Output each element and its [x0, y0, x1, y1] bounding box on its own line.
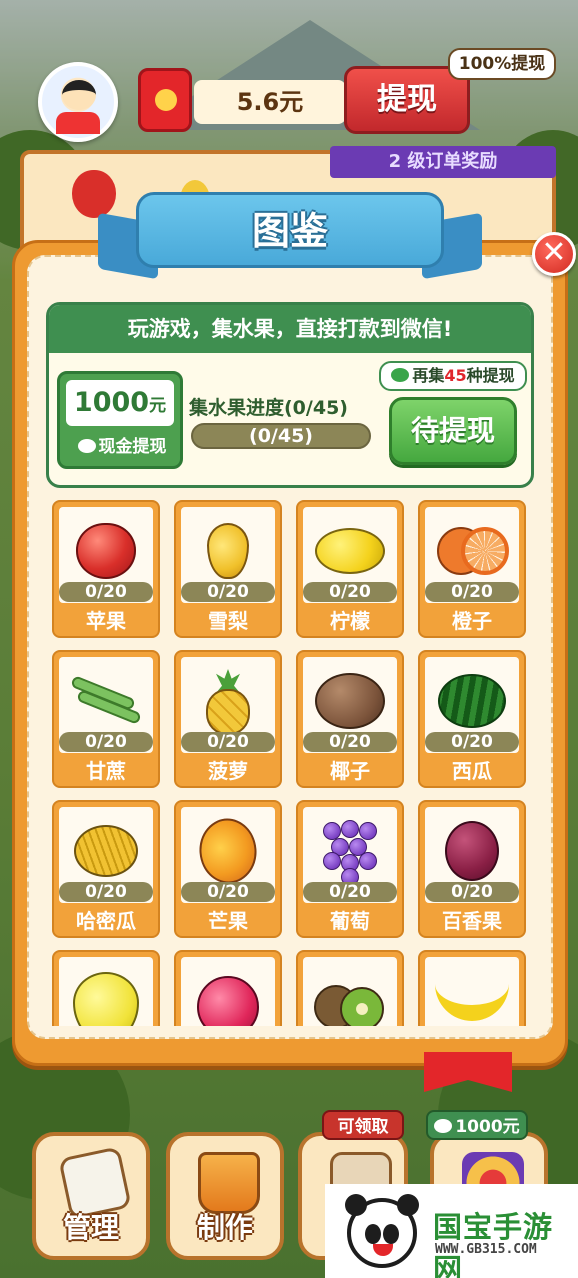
fruit-card[interactable] — [52, 950, 160, 1026]
wechat-icon — [391, 368, 410, 382]
fruit-card[interactable]: 0/20 甘蔗 — [52, 650, 160, 788]
fruit-count: 0/20 — [59, 582, 153, 602]
reward-tag: 1000元 — [426, 1110, 528, 1140]
cash-reward-card[interactable]: 1000元 现金提现 — [57, 371, 183, 469]
nav-make[interactable]: 制作 — [166, 1132, 284, 1260]
reward-banner: 玩游戏，集水果，直接打款到微信! — [49, 305, 531, 353]
pending-withdraw-button[interactable]: 待提现 — [389, 397, 517, 465]
fruit-name: 雪梨 — [208, 609, 248, 633]
fruit-name: 苹果 — [86, 609, 126, 633]
fruit-card[interactable] — [418, 950, 526, 1026]
progress-text: (0/45) — [249, 425, 313, 447]
watermark-url: WWW.GB315.COM — [435, 1242, 537, 1257]
fruit-name: 椰子 — [330, 759, 370, 783]
juice-cup-icon — [198, 1152, 260, 1214]
fruit-count: 0/20 — [181, 582, 275, 602]
fruit-count: 0/20 — [303, 732, 397, 752]
banana-icon — [425, 957, 519, 1026]
fruit-name: 哈密瓜 — [76, 909, 136, 933]
watermark-brand: 国宝手游网 — [433, 1210, 554, 1278]
fruit-card[interactable]: 0/20 苹果 — [52, 500, 160, 638]
fruit-name: 百香果 — [442, 909, 502, 933]
lychee-icon — [181, 957, 275, 1026]
pomelo-icon — [59, 957, 153, 1026]
kiwi-icon — [303, 957, 397, 1026]
fruit-name: 西瓜 — [452, 759, 492, 783]
fruit-card[interactable]: 0/20 葡萄 — [296, 800, 404, 938]
fruit-card[interactable]: 0/20 雪梨 — [174, 500, 282, 638]
fruit-name: 柠檬 — [330, 609, 370, 633]
fruit-card[interactable]: 0/20 哈密瓜 — [52, 800, 160, 938]
balance-box: 5.6元 — [138, 68, 348, 132]
cash-amount: 1000元 — [66, 380, 174, 426]
fruit-name: 葡萄 — [330, 909, 370, 933]
site-watermark: 国宝手游网 WWW.GB315.COM — [325, 1184, 578, 1278]
fruit-card[interactable]: 0/20 西瓜 — [418, 650, 526, 788]
withdraw-badge: 100%提现 — [448, 48, 556, 80]
fruit-count: 0/20 — [303, 582, 397, 602]
fruit-card[interactable]: 0/20 柠檬 — [296, 500, 404, 638]
fruit-card[interactable]: 0/20 橙子 — [418, 500, 526, 638]
avatar-face — [62, 80, 96, 110]
reward-info-card: 玩游戏，集水果，直接打款到微信! 1000元 现金提现 集水果进度(0/45) … — [46, 302, 534, 488]
red-packet-icon — [138, 68, 192, 132]
fruit-name: 菠萝 — [208, 759, 248, 783]
wechat-icon — [77, 439, 96, 453]
fruit-count: 0/20 — [425, 882, 519, 902]
progress-bar: (0/45) — [191, 423, 371, 449]
fruit-name: 橙子 — [452, 609, 492, 633]
player-avatar[interactable] — [38, 62, 118, 142]
fruit-card[interactable]: 0/20 椰子 — [296, 650, 404, 788]
order-reward-label: 2 级订单奖励 — [330, 146, 556, 178]
fruit-card[interactable]: 0/20 芒果 — [174, 800, 282, 938]
avatar-shirt — [56, 112, 100, 134]
fruit-card[interactable]: 0/20 菠萝 — [174, 650, 282, 788]
wechat-icon — [434, 1119, 453, 1133]
cash-withdraw-label: 现金提现 — [64, 432, 180, 462]
progress-label: 集水果进度(0/45) — [189, 397, 348, 419]
fruit-count: 0/20 — [425, 732, 519, 752]
fruit-card[interactable] — [296, 950, 404, 1026]
fruit-card[interactable]: 0/20 百香果 — [418, 800, 526, 938]
nav-manage[interactable]: 管理 — [32, 1132, 150, 1260]
nav-make-label: 制作 — [196, 1211, 253, 1244]
modal-title: 图鉴 — [251, 209, 328, 253]
fruit-name: 甘蔗 — [86, 759, 126, 783]
fruit-count: 0/20 — [303, 882, 397, 902]
fruit-count: 0/20 — [425, 582, 519, 602]
balance-amount: 5.6元 — [194, 80, 346, 124]
fruit-count: 0/20 — [59, 732, 153, 752]
fruit-card[interactable] — [174, 950, 282, 1026]
panda-logo-icon — [345, 1194, 419, 1268]
fruit-grid: 0/20 苹果 0/20 雪梨 0/20 柠檬 0/20 橙子 0/20 甘蔗 0/20 菠萝 0/20… — [52, 500, 530, 1026]
fruit-count: 0/20 — [181, 732, 275, 752]
nav-manage-label: 管理 — [62, 1211, 119, 1244]
claimable-tag: 可领取 — [322, 1110, 404, 1140]
close-button[interactable]: ✕ — [532, 232, 576, 276]
title-ribbon: 图鉴 — [98, 186, 482, 284]
fruit-count: 0/20 — [181, 882, 275, 902]
fruit-count: 0/20 — [59, 882, 153, 902]
collect-remaining-tag: 再集45种提现 — [379, 361, 527, 391]
fruit-name: 芒果 — [208, 909, 248, 933]
